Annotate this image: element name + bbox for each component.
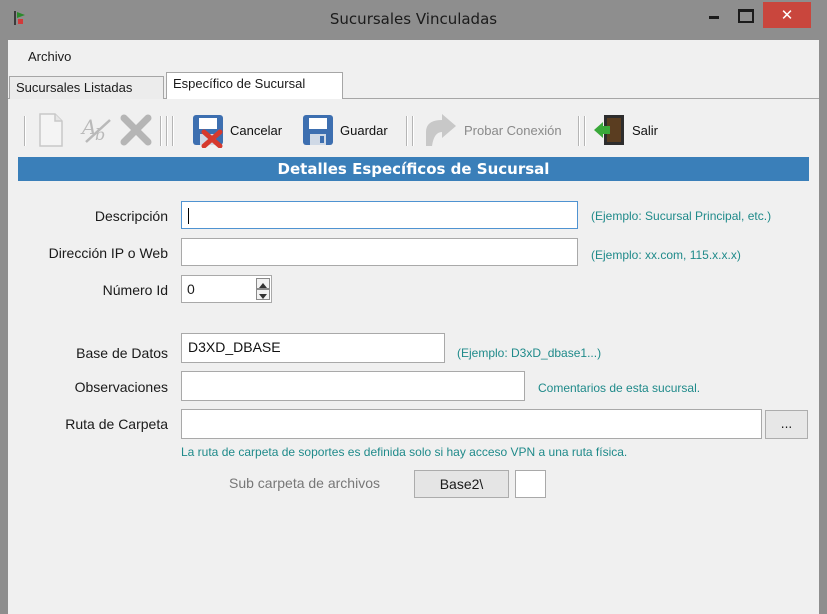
- tab-sucursales-listadas[interactable]: Sucursales Listadas: [9, 76, 164, 99]
- ruta-carpeta-label: Ruta de Carpeta: [65, 416, 168, 432]
- toolbar-separator: [406, 116, 408, 146]
- toolbar-separator: [160, 116, 162, 146]
- observaciones-label: Observaciones: [74, 379, 168, 395]
- cancel-button[interactable]: Cancelar: [190, 110, 282, 150]
- toolbar-separator: [172, 116, 174, 146]
- document-new-icon: [39, 113, 63, 147]
- base-datos-hint: (Ejemplo: D3xD_dbase1...): [457, 346, 602, 360]
- descripcion-label: Descripción: [94, 208, 168, 224]
- text-caret: [188, 208, 189, 225]
- tab-strip: Sucursales Listadas Específico de Sucurs…: [8, 72, 819, 100]
- minimize-button[interactable]: [700, 2, 728, 28]
- base-datos-input[interactable]: D3XD_DBASE: [181, 333, 445, 363]
- toolbar-separator: [166, 116, 168, 146]
- save-icon: [303, 115, 333, 145]
- numero-id-stepper[interactable]: 0: [181, 275, 272, 303]
- stepper-up-button[interactable]: [256, 278, 270, 289]
- direccion-label: Dirección IP o Web: [48, 245, 168, 261]
- menu-archivo[interactable]: Archivo: [28, 49, 71, 64]
- delete-button[interactable]: [118, 110, 154, 150]
- ruta-carpeta-input[interactable]: [181, 409, 762, 439]
- cancel-save-icon: [193, 115, 223, 148]
- maximize-button[interactable]: [730, 2, 758, 28]
- redo-arrow-icon: [426, 114, 456, 146]
- exit-label: Salir: [632, 122, 659, 138]
- test-connection-label: Probar Conexión: [464, 122, 562, 138]
- stepper-down-button[interactable]: [256, 289, 270, 300]
- test-connection-button[interactable]: Probar Conexión: [420, 110, 562, 150]
- direccion-hint: (Ejemplo: xx.com, 115.x.x.x): [591, 248, 741, 262]
- numero-id-label: Número Id: [102, 282, 168, 298]
- toolbar-separator: [584, 116, 586, 146]
- title-bar: Sucursales Vinculadas ✕: [0, 0, 827, 40]
- descripcion-input[interactable]: [181, 201, 578, 229]
- observaciones-input[interactable]: [181, 371, 525, 401]
- observaciones-hint: Comentarios de esta sucursal.: [538, 381, 701, 395]
- exit-door-icon: [594, 115, 624, 145]
- save-label: Guardar: [340, 122, 388, 138]
- section-title: Detalles Específicos de Sucursal: [18, 157, 809, 181]
- delete-x-icon: [120, 114, 152, 146]
- menu-bar: Archivo: [8, 40, 819, 72]
- arrow-down-icon: [259, 294, 267, 299]
- cancel-label: Cancelar: [230, 122, 283, 138]
- exit-button[interactable]: Salir: [592, 110, 658, 150]
- descripcion-hint: (Ejemplo: Sucursal Principal, etc.): [591, 209, 772, 223]
- ruta-carpeta-hint: La ruta de carpeta de soportes es defini…: [181, 445, 628, 459]
- toolbar: A b Cancelar Guardar Probar Conexión Sal…: [8, 106, 819, 152]
- toolbar-separator: [412, 116, 414, 146]
- subcarpeta-label: Sub carpeta de archivos: [229, 475, 380, 491]
- close-button[interactable]: ✕: [763, 2, 811, 28]
- browse-button[interactable]: ...: [765, 410, 808, 439]
- tab-especifico-sucursal[interactable]: Específico de Sucursal: [166, 72, 343, 100]
- toolbar-separator: [578, 116, 580, 146]
- toolbar-grip: [24, 116, 26, 146]
- direccion-input[interactable]: [181, 238, 578, 266]
- spellcheck-icon: A b: [80, 115, 111, 144]
- subcarpeta-input[interactable]: [515, 470, 546, 498]
- window-frame-right: [819, 40, 827, 614]
- save-button[interactable]: Guardar: [300, 110, 388, 150]
- window-frame-left: [0, 40, 8, 614]
- new-button[interactable]: [36, 110, 66, 150]
- base2-button[interactable]: Base2\: [414, 470, 509, 498]
- spellcheck-button[interactable]: A b: [80, 110, 116, 150]
- base-datos-label: Base de Datos: [76, 345, 168, 361]
- numero-id-value: 0: [187, 281, 195, 297]
